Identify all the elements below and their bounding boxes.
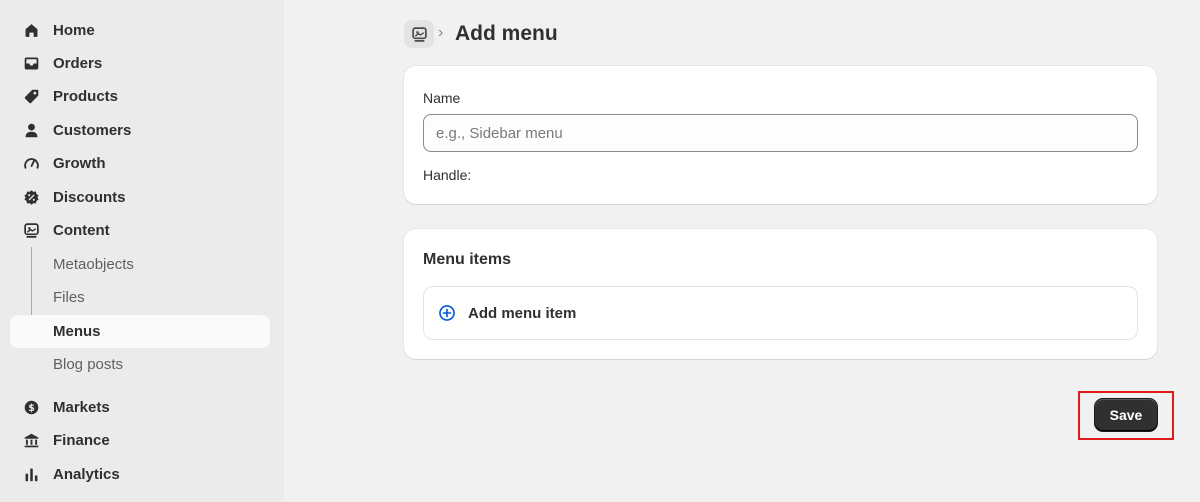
- sidebar-item-home[interactable]: Home: [10, 14, 270, 47]
- menu-items-title: Menu items: [423, 251, 512, 268]
- sidebar-item-orders[interactable]: Orders: [10, 47, 270, 80]
- sidebar-item-analytics[interactable]: Analytics: [10, 458, 270, 491]
- sidebar-item-label: Markets: [53, 399, 110, 416]
- sidebar-item-markets[interactable]: $ Markets: [10, 391, 270, 424]
- person-icon: [22, 122, 40, 140]
- home-icon: [22, 22, 40, 40]
- discount-icon: [22, 189, 40, 207]
- inbox-icon: [22, 55, 40, 73]
- bar-chart-icon: [22, 466, 40, 484]
- globe-dollar-icon: $: [22, 399, 40, 417]
- name-label: Name: [423, 90, 461, 106]
- sidebar-item-label: Orders: [53, 55, 103, 72]
- add-menu-item-button[interactable]: Add menu item: [423, 286, 1138, 340]
- handle-label: Handle:: [423, 167, 472, 183]
- sidebar-item-label: Growth: [53, 155, 106, 172]
- content-icon: [22, 222, 40, 240]
- sidebar-item-label: Content: [53, 222, 110, 239]
- sidebar-subitem-label: Menus: [53, 323, 101, 340]
- sidebar-item-label: Finance: [53, 432, 110, 449]
- sidebar-item-label: Discounts: [53, 189, 126, 206]
- sidebar-item-discounts[interactable]: Discounts: [10, 181, 270, 214]
- sidebar-subitem-menus[interactable]: Menus: [10, 315, 270, 348]
- menu-items-card: Menu items Add menu item: [404, 229, 1157, 359]
- sidebar-subitem-label: Files: [53, 289, 85, 306]
- save-button[interactable]: Save: [1095, 399, 1157, 431]
- sidebar-subitem-label: Blog posts: [53, 356, 124, 373]
- page-title: Add menu: [455, 22, 558, 45]
- name-input[interactable]: [423, 114, 1138, 152]
- sidebar-item-products[interactable]: Products: [10, 80, 270, 113]
- sidebar-item-finance[interactable]: Finance: [10, 424, 270, 457]
- sidebar-item-growth[interactable]: Growth: [10, 147, 270, 180]
- breadcrumb-separator: ›: [438, 24, 444, 41]
- content-icon: [411, 26, 428, 43]
- sidebar-item-label: Analytics: [53, 466, 120, 483]
- sidebar-subitem-label: Metaobjects: [53, 256, 134, 273]
- name-card: Name Handle:: [404, 66, 1157, 204]
- sidebar-subitem-blog-posts[interactable]: Blog posts: [10, 348, 270, 381]
- sidebar-subitem-files[interactable]: Files: [10, 281, 270, 314]
- breadcrumb-content-button[interactable]: [404, 20, 434, 48]
- sidebar-item-label: Home: [53, 22, 95, 39]
- svg-text:$: $: [28, 403, 35, 414]
- sidebar-item-customers[interactable]: Customers: [10, 114, 270, 147]
- sidebar-item-label: Products: [53, 88, 119, 105]
- gauge-icon: [22, 155, 40, 173]
- sidebar-item-label: Customers: [53, 122, 132, 139]
- sidebar-subitem-metaobjects[interactable]: Metaobjects: [10, 248, 270, 281]
- plus-circle-icon: [438, 304, 456, 322]
- sidebar: Home Orders Products Customers Growth Di…: [0, 0, 284, 502]
- bank-icon: [22, 432, 40, 450]
- add-menu-item-label: Add menu item: [468, 304, 577, 322]
- tag-icon: [22, 88, 40, 106]
- sidebar-item-content[interactable]: Content: [10, 214, 270, 247]
